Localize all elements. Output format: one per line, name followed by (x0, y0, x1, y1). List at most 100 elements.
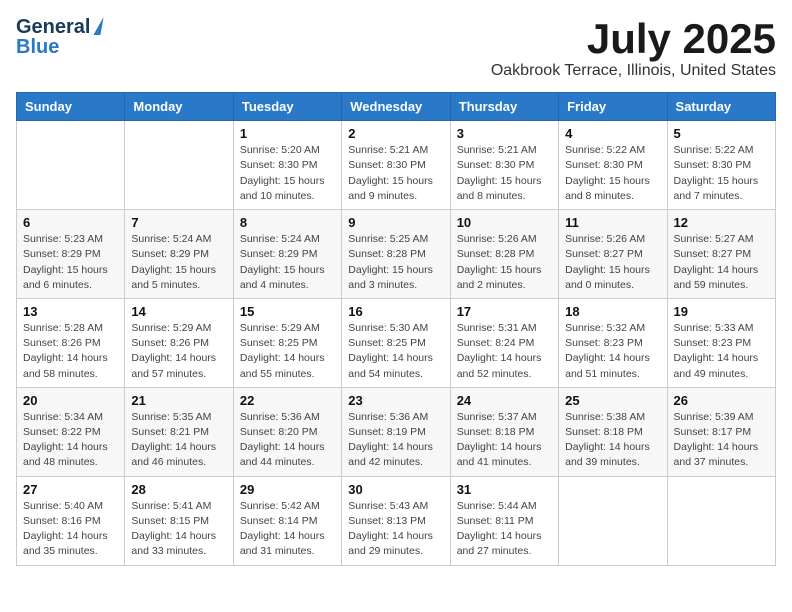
day-number: 7 (131, 215, 226, 230)
weekday-header-saturday: Saturday (667, 93, 775, 121)
day-number: 14 (131, 304, 226, 319)
day-number: 26 (674, 393, 769, 408)
calendar-cell: 31 Sunrise: 5:44 AM Sunset: 8:11 PM Dayli… (450, 476, 558, 565)
weekday-header-row: SundayMondayTuesdayWednesdayThursdayFrid… (17, 93, 776, 121)
day-info: Sunrise: 5:36 AM Sunset: 8:19 PM Dayligh… (348, 410, 443, 471)
day-info: Sunrise: 5:31 AM Sunset: 8:24 PM Dayligh… (457, 321, 552, 382)
day-number: 22 (240, 393, 335, 408)
day-info: Sunrise: 5:36 AM Sunset: 8:20 PM Dayligh… (240, 410, 335, 471)
day-number: 25 (565, 393, 660, 408)
day-number: 12 (674, 215, 769, 230)
day-info: Sunrise: 5:44 AM Sunset: 8:11 PM Dayligh… (457, 499, 552, 560)
calendar-cell: 10 Sunrise: 5:26 AM Sunset: 8:28 PM Dayli… (450, 210, 558, 299)
page-header: General Blue July 2025 Oakbrook Terrace,… (16, 16, 776, 80)
day-info: Sunrise: 5:29 AM Sunset: 8:26 PM Dayligh… (131, 321, 226, 382)
day-info: Sunrise: 5:43 AM Sunset: 8:13 PM Dayligh… (348, 499, 443, 560)
calendar-cell: 2 Sunrise: 5:21 AM Sunset: 8:30 PM Daylig… (342, 121, 450, 210)
day-number: 17 (457, 304, 552, 319)
day-number: 27 (23, 482, 118, 497)
calendar-cell: 28Sunrise: 5:41 AM Sunset: 8:15 PM Dayli… (125, 476, 233, 565)
location-title: Oakbrook Terrace, Illinois, United State… (491, 62, 776, 80)
day-number: 16 (348, 304, 443, 319)
calendar-cell (667, 476, 775, 565)
calendar-week-row: 6Sunrise: 5:23 AM Sunset: 8:29 PM Daylig… (17, 210, 776, 299)
day-number: 31 (457, 482, 552, 497)
calendar-cell: 24 Sunrise: 5:37 AM Sunset: 8:18 PM Dayli… (450, 387, 558, 476)
calendar-week-row: 1Sunrise: 5:20 AM Sunset: 8:30 PM Daylig… (17, 121, 776, 210)
calendar-cell: 9 Sunrise: 5:25 AM Sunset: 8:28 PM Daylig… (342, 210, 450, 299)
calendar-table: SundayMondayTuesdayWednesdayThursdayFrid… (16, 92, 776, 565)
day-info: Sunrise: 5:40 AM Sunset: 8:16 PM Dayligh… (23, 499, 118, 560)
calendar-cell (559, 476, 667, 565)
day-number: 20 (23, 393, 118, 408)
day-number: 19 (674, 304, 769, 319)
day-info: Sunrise: 5:38 AM Sunset: 8:18 PM Dayligh… (565, 410, 660, 471)
weekday-header-friday: Friday (559, 93, 667, 121)
month-title: July 2025 (491, 16, 776, 62)
calendar-cell: 16 Sunrise: 5:30 AM Sunset: 8:25 PM Dayli… (342, 298, 450, 387)
calendar-week-row: 20 Sunrise: 5:34 AM Sunset: 8:22 PM Dayli… (17, 387, 776, 476)
day-info: Sunrise: 5:29 AM Sunset: 8:25 PM Dayligh… (240, 321, 335, 382)
day-number: 23 (348, 393, 443, 408)
logo: General Blue (16, 16, 102, 58)
calendar-cell: 20 Sunrise: 5:34 AM Sunset: 8:22 PM Dayli… (17, 387, 125, 476)
weekday-header-wednesday: Wednesday (342, 93, 450, 121)
calendar-cell (17, 121, 125, 210)
weekday-header-sunday: Sunday (17, 93, 125, 121)
day-info: Sunrise: 5:21 AM Sunset: 8:30 PM Dayligh… (348, 143, 443, 204)
calendar-cell: 7 Sunrise: 5:24 AM Sunset: 8:29 PM Daylig… (125, 210, 233, 299)
day-number: 8 (240, 215, 335, 230)
calendar-cell: 27 Sunrise: 5:40 AM Sunset: 8:16 PM Dayli… (17, 476, 125, 565)
logo-text-blue: Blue (16, 36, 59, 58)
calendar-cell: 3 Sunrise: 5:21 AM Sunset: 8:30 PM Daylig… (450, 121, 558, 210)
calendar-cell: 30 Sunrise: 5:43 AM Sunset: 8:13 PM Dayli… (342, 476, 450, 565)
calendar-cell: 14 Sunrise: 5:29 AM Sunset: 8:26 PM Dayli… (125, 298, 233, 387)
day-number: 29 (240, 482, 335, 497)
day-info: Sunrise: 5:25 AM Sunset: 8:28 PM Dayligh… (348, 232, 443, 293)
calendar-cell: 8 Sunrise: 5:24 AM Sunset: 8:29 PM Daylig… (233, 210, 341, 299)
day-number: 4 (565, 126, 660, 141)
day-info: Sunrise: 5:28 AM Sunset: 8:26 PM Dayligh… (23, 321, 118, 382)
day-number: 28 (131, 482, 226, 497)
calendar-cell: 23 Sunrise: 5:36 AM Sunset: 8:19 PM Dayli… (342, 387, 450, 476)
day-number: 9 (348, 215, 443, 230)
day-number: 5 (674, 126, 769, 141)
day-info: Sunrise: 5:33 AM Sunset: 8:23 PM Dayligh… (674, 321, 769, 382)
day-info: Sunrise: 5:26 AM Sunset: 8:28 PM Dayligh… (457, 232, 552, 293)
calendar-cell: 22 Sunrise: 5:36 AM Sunset: 8:20 PM Dayli… (233, 387, 341, 476)
day-number: 10 (457, 215, 552, 230)
day-info: Sunrise: 5:21 AM Sunset: 8:30 PM Dayligh… (457, 143, 552, 204)
day-number: 13 (23, 304, 118, 319)
day-info: Sunrise: 5:39 AM Sunset: 8:17 PM Dayligh… (674, 410, 769, 471)
day-info: Sunrise: 5:22 AM Sunset: 8:30 PM Dayligh… (565, 143, 660, 204)
day-info: Sunrise: 5:26 AM Sunset: 8:27 PM Dayligh… (565, 232, 660, 293)
calendar-cell: 21Sunrise: 5:35 AM Sunset: 8:21 PM Dayli… (125, 387, 233, 476)
day-number: 6 (23, 215, 118, 230)
calendar-cell: 13 Sunrise: 5:28 AM Sunset: 8:26 PM Dayli… (17, 298, 125, 387)
day-number: 15 (240, 304, 335, 319)
calendar-cell: 11 Sunrise: 5:26 AM Sunset: 8:27 PM Dayli… (559, 210, 667, 299)
day-info: Sunrise: 5:30 AM Sunset: 8:25 PM Dayligh… (348, 321, 443, 382)
day-number: 3 (457, 126, 552, 141)
day-info: Sunrise: 5:34 AM Sunset: 8:22 PM Dayligh… (23, 410, 118, 471)
day-number: 2 (348, 126, 443, 141)
calendar-cell: 4 Sunrise: 5:22 AM Sunset: 8:30 PM Daylig… (559, 121, 667, 210)
logo-text-general: General (16, 16, 90, 38)
calendar-week-row: 13 Sunrise: 5:28 AM Sunset: 8:26 PM Dayli… (17, 298, 776, 387)
day-number: 11 (565, 215, 660, 230)
day-info: Sunrise: 5:37 AM Sunset: 8:18 PM Dayligh… (457, 410, 552, 471)
calendar-cell: 17 Sunrise: 5:31 AM Sunset: 8:24 PM Dayli… (450, 298, 558, 387)
day-number: 18 (565, 304, 660, 319)
calendar-cell: 5 Sunrise: 5:22 AM Sunset: 8:30 PM Daylig… (667, 121, 775, 210)
day-info: Sunrise: 5:35 AM Sunset: 8:21 PM Dayligh… (131, 410, 226, 471)
day-info: Sunrise: 5:24 AM Sunset: 8:29 PM Dayligh… (240, 232, 335, 293)
day-info: Sunrise: 5:22 AM Sunset: 8:30 PM Dayligh… (674, 143, 769, 204)
day-info: Sunrise: 5:24 AM Sunset: 8:29 PM Dayligh… (131, 232, 226, 293)
day-info: Sunrise: 5:20 AM Sunset: 8:30 PM Dayligh… (240, 143, 335, 204)
day-number: 24 (457, 393, 552, 408)
title-block: July 2025 Oakbrook Terrace, Illinois, Un… (491, 16, 776, 80)
calendar-cell: 18Sunrise: 5:32 AM Sunset: 8:23 PM Dayli… (559, 298, 667, 387)
calendar-cell: 6Sunrise: 5:23 AM Sunset: 8:29 PM Daylig… (17, 210, 125, 299)
day-info: Sunrise: 5:27 AM Sunset: 8:27 PM Dayligh… (674, 232, 769, 293)
day-number: 30 (348, 482, 443, 497)
